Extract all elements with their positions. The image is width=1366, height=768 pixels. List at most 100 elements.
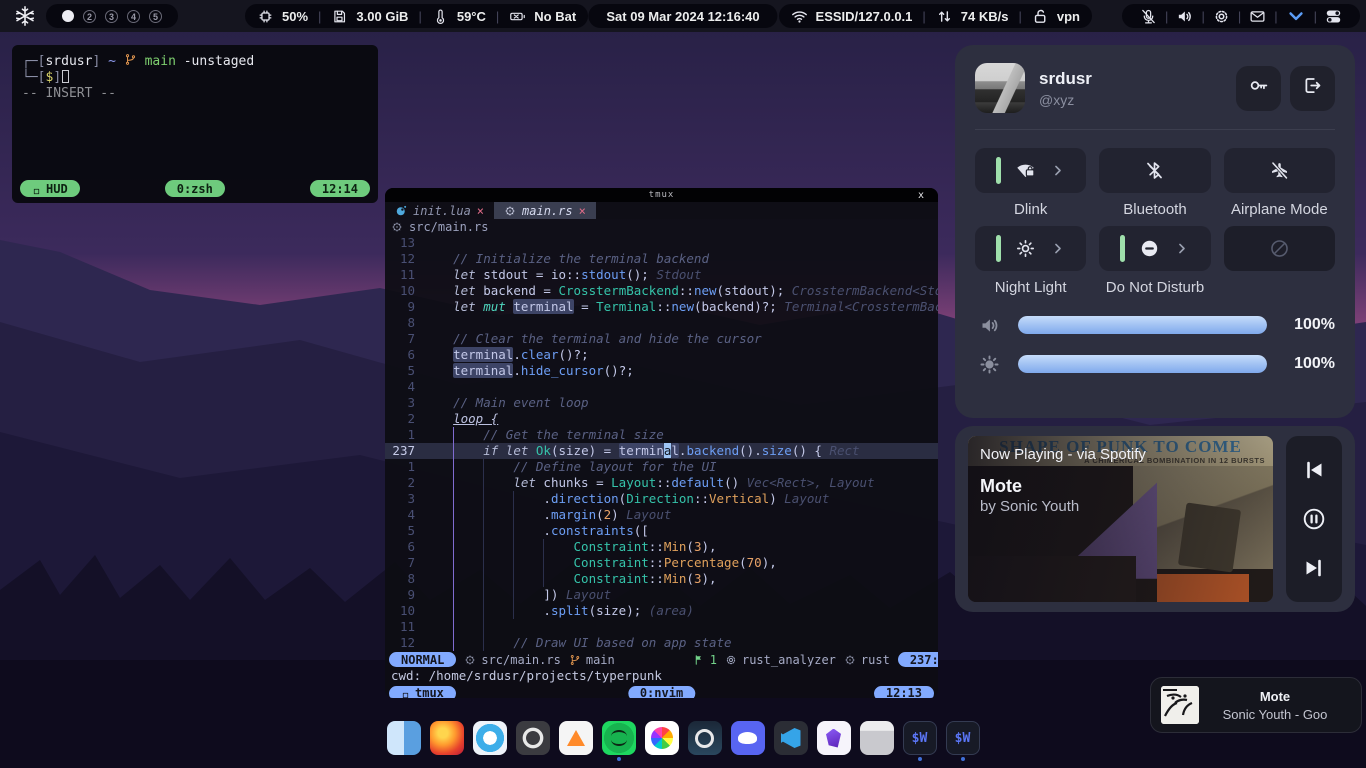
running-indicator (574, 757, 578, 761)
system-stats-widget[interactable]: 50%| 3.00 GiB| 59°C| No Bat (245, 4, 588, 28)
buffer-tab-main.rs[interactable]: main.rs× (494, 202, 596, 219)
git-branch-icon (569, 654, 581, 666)
vim-mode-indicator: NORMAL (389, 652, 456, 667)
gear-icon (725, 654, 737, 666)
toggles-icon[interactable] (1325, 8, 1342, 25)
dock-trash[interactable] (860, 721, 894, 755)
next-track-button[interactable] (1302, 556, 1326, 580)
user-header: srdusr @xyz (975, 63, 1335, 113)
speaker-icon[interactable] (1176, 8, 1193, 25)
tmux-window-zsh[interactable]: 0:zsh (165, 180, 225, 197)
dock-vscode[interactable] (774, 721, 808, 755)
toggle-bluetooth[interactable] (1099, 148, 1210, 193)
tab-close-icon[interactable]: × (477, 204, 484, 218)
brightness-icon[interactable] (979, 354, 1000, 375)
dnd-icon (1139, 238, 1160, 259)
lock-screen-button[interactable] (1236, 66, 1281, 111)
terminal-window[interactable]: ┌─[srdusr] ~ main -unstaged└─[$]-- INSER… (12, 45, 378, 203)
volume-slider[interactable] (1018, 316, 1267, 334)
dock-qbittorrent[interactable] (473, 721, 507, 755)
toggle-dlink[interactable] (975, 148, 1086, 193)
control-center: srdusr @xyz DlinkBluetoothAirplane ModeN… (955, 45, 1355, 418)
editor-window[interactable]: tmux x init.lua×main.rs× src/main.rs 131… (385, 188, 938, 698)
toggle-active-indicator (1120, 235, 1125, 262)
dock-discord[interactable] (731, 721, 765, 755)
wifi-icon (791, 8, 808, 25)
code-buffer[interactable]: 1312 // Initialize the terminal backend 1… (385, 235, 938, 651)
dock-terminal-w1[interactable]: $W (903, 721, 937, 755)
brightness-value: 100% (1283, 355, 1335, 373)
key-icon (1248, 75, 1269, 101)
user-handle: @xyz (1039, 92, 1092, 108)
pause-button[interactable] (1302, 507, 1326, 531)
brightness-slider[interactable] (1018, 355, 1267, 373)
code-line: 2 let chunks = Layout::default() Vec<Rec… (385, 475, 938, 491)
workspace-switcher[interactable]: 2345 (46, 4, 178, 28)
tmux-session[interactable]: tmux (389, 686, 456, 699)
running-indicator (488, 757, 492, 761)
running-indicator (617, 757, 621, 761)
indent-guide (453, 427, 454, 651)
chevron-down-icon[interactable] (1286, 6, 1306, 26)
settings-gear-icon[interactable] (1213, 8, 1230, 25)
toggle-do-not-disturb[interactable] (1099, 226, 1210, 271)
mic-muted-icon[interactable] (1140, 8, 1157, 25)
notification-popup[interactable]: Mote Sonic Youth - Goo (1150, 677, 1362, 733)
volume-icon[interactable] (979, 315, 1000, 336)
battery-status: No Bat (534, 9, 576, 24)
logout-button[interactable] (1290, 66, 1335, 111)
statusline-file: src/main.rs (464, 653, 560, 667)
tmux-statusbar: tmux 0:nvim 12:13 (385, 684, 938, 698)
chevron-right-icon[interactable] (1050, 163, 1065, 178)
tmux-session-hud[interactable]: HUD (20, 180, 80, 197)
dock-files[interactable] (387, 721, 421, 755)
tab-close-icon[interactable]: × (579, 204, 586, 218)
vpn-lock-icon (1032, 8, 1049, 25)
toggle-airplane-mode[interactable] (1224, 148, 1335, 193)
battery-icon (509, 8, 526, 25)
terminal-cursor (62, 70, 69, 83)
code-line: 12 // Initialize the terminal backend (385, 251, 938, 267)
workspace-active[interactable] (62, 10, 74, 22)
vpn-status: vpn (1057, 9, 1080, 24)
previous-track-button[interactable] (1302, 458, 1326, 482)
rust-icon (504, 205, 516, 217)
workspace-4[interactable]: 4 (127, 10, 140, 23)
dock-obs[interactable] (516, 721, 550, 755)
code-line: 8 Constraint::Min(3), (385, 571, 938, 587)
notification-body: Sonic Youth - Goo (1199, 707, 1351, 722)
dock-firefox[interactable] (430, 721, 464, 755)
window-close-button[interactable]: x (918, 190, 924, 201)
running-indicator (445, 757, 449, 761)
workspace-3[interactable]: 3 (105, 10, 118, 23)
network-widget[interactable]: ESSID/127.0.0.1| 74 KB/s| vpn (779, 4, 1092, 28)
dock-steam[interactable] (688, 721, 722, 755)
network-speed-icon (936, 8, 953, 25)
dock-vlc[interactable] (559, 721, 593, 755)
dock-spotify[interactable] (602, 721, 636, 755)
code-line: 1 // Get the terminal size (385, 427, 938, 443)
toggle-label: Bluetooth (1123, 193, 1186, 226)
statusline-diagnostics: 1 (693, 653, 717, 667)
launcher-logo-icon[interactable] (14, 5, 36, 27)
code-line: 7 Constraint::Percentage(70), (385, 555, 938, 571)
toggle-screenshot[interactable] (1224, 226, 1335, 271)
tmux-clock: 12:14 (310, 180, 370, 197)
chevron-right-icon[interactable] (1050, 241, 1065, 256)
clock[interactable]: Sat 09 Mar 2024 12:16:40 (588, 4, 777, 28)
dock-obsidian[interactable] (817, 721, 851, 755)
dock-photos[interactable] (645, 721, 679, 755)
chevron-right-icon[interactable] (1174, 241, 1189, 256)
code-line: 9 let mut terminal = Terminal::new(backe… (385, 299, 938, 315)
essid: ESSID/127.0.0.1 (816, 9, 913, 24)
code-line: 13 (385, 235, 938, 251)
rust-file-icon (464, 654, 476, 666)
tmux-window-nvim[interactable]: 0:nvim (628, 686, 695, 699)
workspace-2[interactable]: 2 (83, 10, 96, 23)
mail-icon[interactable] (1249, 8, 1266, 25)
workspace-5[interactable]: 5 (149, 10, 162, 23)
buffer-tab-init.lua[interactable]: init.lua× (385, 202, 494, 219)
dock-terminal-w2[interactable]: $W (946, 721, 980, 755)
sun-icon (1015, 238, 1036, 259)
toggle-night-light[interactable] (975, 226, 1086, 271)
